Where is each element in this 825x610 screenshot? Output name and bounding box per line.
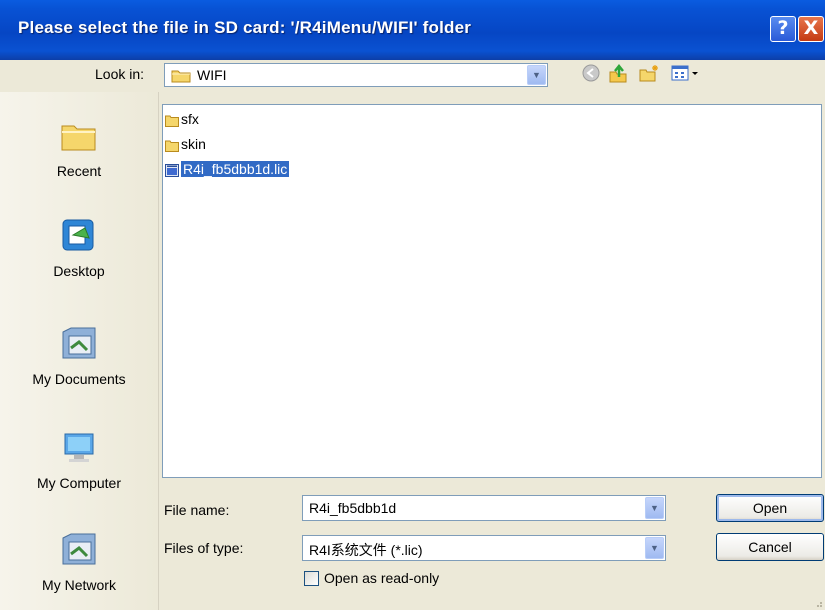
my-network-icon xyxy=(62,533,96,565)
place-desktop[interactable]: Desktop xyxy=(0,216,158,279)
readonly-checkbox[interactable] xyxy=(304,571,319,586)
folder-icon xyxy=(171,70,191,83)
place-label: My Documents xyxy=(32,371,126,387)
file-name: R4i_fb5dbb1d.lic xyxy=(181,161,290,177)
place-label: My Computer xyxy=(36,475,122,491)
resize-grip-icon[interactable] xyxy=(813,598,823,608)
window-title: Please select the file in SD card: '/R4i… xyxy=(18,18,472,37)
chevron-down-icon[interactable]: ▼ xyxy=(645,497,664,519)
list-item[interactable]: skin xyxy=(165,136,206,153)
new-folder-icon[interactable] xyxy=(638,64,660,86)
open-button[interactable]: Open xyxy=(716,494,824,522)
place-label: My Network xyxy=(42,577,116,593)
recent-icon xyxy=(61,125,96,151)
file-name-field[interactable]: R4i_fb5dbb1d ▼ xyxy=(302,495,666,521)
folder-icon xyxy=(165,115,179,127)
place-my-network[interactable]: My Network xyxy=(0,530,158,593)
desktop-icon xyxy=(62,219,94,251)
place-recent[interactable]: Recent xyxy=(0,116,158,179)
look-in-value: WIFI xyxy=(197,67,227,83)
file-type-dropdown[interactable]: R4I系统文件 (*.lic) ▼ xyxy=(302,535,666,561)
place-label: Recent xyxy=(56,163,102,179)
title-bar: Please select the file in SD card: '/R4i… xyxy=(0,0,825,60)
list-item[interactable]: sfx xyxy=(165,111,199,128)
system-file-icon xyxy=(165,163,179,177)
folder-icon xyxy=(165,140,179,152)
place-label: Desktop xyxy=(53,263,105,279)
place-my-documents[interactable]: My Documents xyxy=(0,324,158,387)
file-name-label: File name: xyxy=(164,502,230,518)
chevron-down-icon[interactable]: ▼ xyxy=(527,65,546,85)
my-documents-icon xyxy=(62,327,96,359)
look-in-dropdown[interactable]: WIFI ▼ xyxy=(164,63,548,87)
file-name-value: R4i_fb5dbb1d xyxy=(309,500,397,516)
place-my-computer[interactable]: My Computer xyxy=(0,428,158,491)
chevron-down-icon[interactable]: ▼ xyxy=(645,537,664,559)
back-icon[interactable] xyxy=(580,64,602,86)
file-name: sfx xyxy=(181,111,199,127)
file-name: skin xyxy=(181,136,206,152)
up-folder-icon[interactable] xyxy=(607,63,629,86)
readonly-label[interactable]: Open as read-only xyxy=(324,570,439,586)
look-in-label: Look in: xyxy=(95,66,145,82)
file-list[interactable]: sfx skin R4i_fb5dbb1d.lic xyxy=(162,104,822,478)
list-item[interactable]: R4i_fb5dbb1d.lic xyxy=(165,161,290,178)
places-bar: Recent Desktop My Documents My Computer … xyxy=(0,92,159,610)
file-type-value: R4I系统文件 (*.lic) xyxy=(309,542,423,558)
my-computer-icon xyxy=(64,433,94,462)
view-menu-icon[interactable] xyxy=(668,64,702,86)
help-button[interactable]: ? xyxy=(770,16,796,42)
file-type-label: Files of type: xyxy=(164,540,244,556)
close-button[interactable]: X xyxy=(798,16,824,42)
cancel-button[interactable]: Cancel xyxy=(716,533,824,561)
